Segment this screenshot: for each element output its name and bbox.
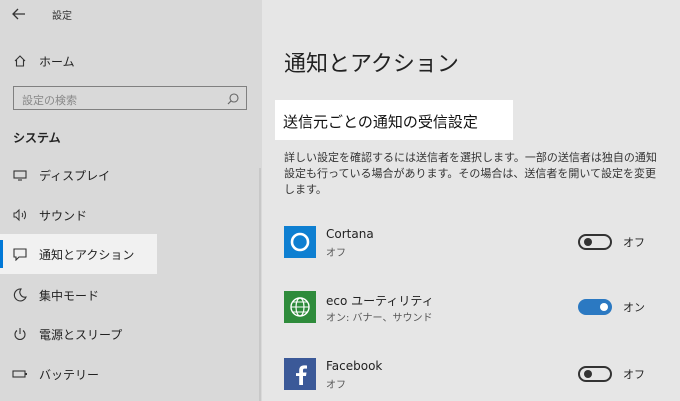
- toggle-knob: [600, 303, 608, 311]
- toggle-knob: [584, 238, 592, 246]
- cortana-icon: [284, 226, 316, 258]
- moon-icon: [12, 287, 28, 303]
- sidebar-item-focus[interactable]: 集中モード: [0, 275, 262, 315]
- facebook-toggle[interactable]: [578, 366, 612, 382]
- sidebar-item-display[interactable]: ディスプレイ: [0, 155, 262, 195]
- sidebar-item-label: ホーム: [39, 54, 75, 69]
- cortana-toggle[interactable]: [578, 234, 612, 250]
- notification-icon: [12, 246, 28, 262]
- app-status: オフ: [326, 248, 346, 259]
- sidebar-item-label: 集中モード: [39, 288, 100, 303]
- monitor-icon: [12, 167, 28, 183]
- page-title: 通知とアクション: [284, 52, 459, 77]
- description-text: 詳しい設定を確認するには送信者を選択します。一部の送信者は独自の通知設定も行って…: [284, 151, 657, 196]
- window-title: 設定: [52, 11, 72, 22]
- sidebar-item-label: 電源とスリープ: [39, 327, 123, 342]
- search-icon[interactable]: [226, 91, 240, 105]
- app-name: Facebook: [326, 359, 383, 373]
- sidebar: 設定 ホーム 設定の検索 システム ディスプレイ サウンド 通知とアクション 集…: [0, 0, 262, 401]
- eco-globe-icon: [284, 291, 316, 323]
- home-icon: [12, 53, 28, 69]
- app-name: eco ユーティリティ: [326, 294, 434, 308]
- sidebar-item-label: サウンド: [39, 208, 88, 223]
- sidebar-item-notifications[interactable]: 通知とアクション: [0, 234, 157, 274]
- sidebar-item-label: 通知とアクション: [39, 247, 135, 262]
- selected-indicator: [0, 240, 3, 268]
- app-status: オン: バナー、サウンド: [326, 313, 433, 324]
- sidebar-item-battery[interactable]: バッテリー: [0, 354, 262, 394]
- facebook-icon: [284, 358, 316, 390]
- sidebar-item-sound[interactable]: サウンド: [0, 195, 262, 235]
- toggle-knob: [584, 370, 592, 378]
- sidebar-item-label: バッテリー: [39, 367, 100, 382]
- app-row-eco-utility[interactable]: eco ユーティリティ オン: バナー、サウンド オン: [284, 291, 664, 331]
- toggle-label: オフ: [623, 236, 645, 249]
- search-input[interactable]: 設定の検索: [13, 86, 247, 110]
- back-button[interactable]: [10, 5, 28, 23]
- title-bar: 設定: [0, 0, 262, 28]
- sidebar-scrollbar[interactable]: [259, 168, 261, 401]
- app-status: オフ: [326, 380, 346, 391]
- speaker-icon: [12, 207, 28, 223]
- app-name: Cortana: [326, 227, 374, 241]
- sidebar-item-home[interactable]: ホーム: [0, 41, 262, 81]
- toggle-label: オフ: [623, 368, 645, 381]
- main-content: 通知とアクション 送信元ごとの通知の受信設定 詳しい設定を確認するには送信者を選…: [262, 0, 680, 401]
- app-row-facebook[interactable]: Facebook オフ オフ: [284, 358, 664, 398]
- section-heading-box: 送信元ごとの通知の受信設定: [275, 100, 513, 140]
- back-arrow-icon: [12, 8, 25, 20]
- power-icon: [12, 326, 28, 342]
- app-row-cortana[interactable]: Cortana オフ オフ: [284, 226, 664, 266]
- section-heading: 送信元ごとの通知の受信設定: [283, 113, 478, 131]
- sidebar-item-power[interactable]: 電源とスリープ: [0, 314, 262, 354]
- toggle-label: オン: [623, 301, 645, 314]
- battery-icon: [12, 366, 28, 382]
- section-label: システム: [13, 131, 61, 145]
- eco-utility-toggle[interactable]: [578, 299, 612, 315]
- sidebar-item-label: ディスプレイ: [39, 168, 111, 183]
- search-placeholder: 設定の検索: [22, 94, 77, 107]
